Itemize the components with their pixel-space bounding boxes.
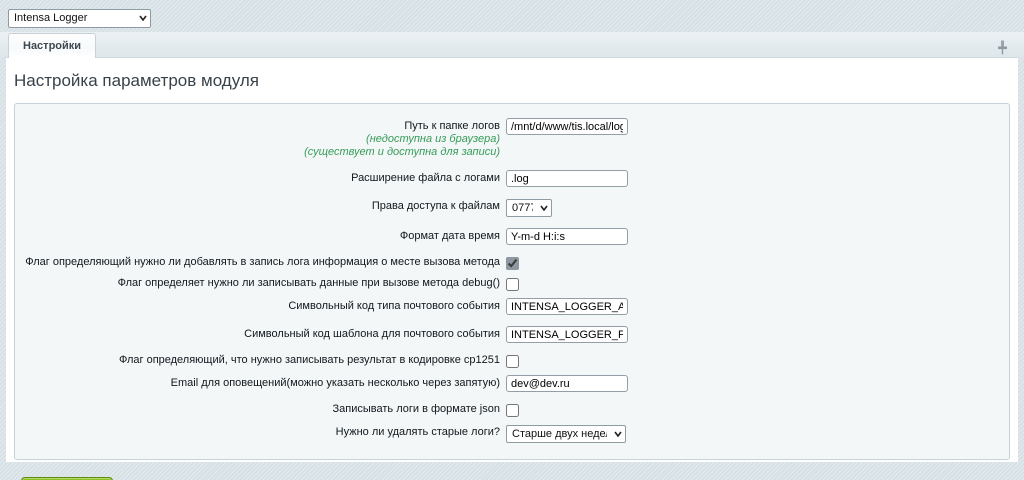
form-row: Символьный код шаблона для почтового соб… (15, 326, 999, 343)
email-input[interactable] (506, 375, 628, 392)
cp1251-flag-checkbox[interactable] (506, 355, 519, 368)
field-label: Путь к папке логов (недоступна из браузе… (15, 118, 506, 159)
call-place-flag-checkbox[interactable] (506, 257, 519, 270)
field-label: Формат дата время (15, 228, 506, 243)
main-content: Настройка параметров модуля Путь к папке… (6, 57, 1018, 462)
field-note: (недоступна из браузера) (15, 133, 500, 146)
field-label: Записывать логи в формате json (15, 403, 506, 416)
delete-old-logs-select-wrap: Старше двух недель (506, 424, 626, 443)
log-extension-input[interactable] (506, 170, 628, 187)
module-select[interactable]: Intensa Logger (8, 9, 151, 28)
field-label: Email для оповещений(можно указать неско… (15, 375, 506, 390)
field-label: Флаг определяющий нужно ли добавлять в з… (15, 256, 506, 269)
json-format-checkbox[interactable] (506, 404, 519, 417)
field-note: (существует и доступна для записи) (15, 146, 500, 159)
form-row: Флаг определяющий нужно ли добавлять в з… (15, 256, 999, 270)
settings-form: Путь к папке логов (недоступна из браузе… (14, 103, 1010, 460)
form-footer: Сохранить (6, 468, 1018, 480)
file-permissions-select[interactable]: 0777 (506, 199, 552, 217)
pin-icon[interactable] (997, 40, 1008, 55)
field-label: Флаг определяющий, что нужно записывать … (15, 354, 506, 367)
field-label: Нужно ли удалять старые логи? (15, 424, 506, 439)
form-row: Путь к папке логов (недоступна из браузе… (15, 118, 999, 159)
field-label: Права доступа к файлам (15, 198, 506, 213)
form-row: Символьный код типа почтового события (15, 298, 999, 315)
field-label: Флаг определяет нужно ли записывать данн… (15, 277, 506, 290)
form-row: Формат дата время (15, 228, 999, 245)
tab-bar: Настройки (0, 32, 1024, 57)
page-title: Настройка параметров модуля (6, 58, 1018, 103)
field-label: Символьный код типа почтового события (15, 298, 506, 313)
delete-old-logs-select[interactable]: Старше двух недель (506, 425, 626, 443)
debug-flag-checkbox[interactable] (506, 278, 519, 291)
form-row: Нужно ли удалять старые логи? Старше дву… (15, 424, 999, 443)
log-path-input[interactable] (506, 118, 628, 135)
form-row: Расширение файла с логами (15, 170, 999, 187)
field-label: Расширение файла с логами (15, 170, 506, 185)
form-row: Email для оповещений(можно указать неско… (15, 375, 999, 392)
form-row: Флаг определяет нужно ли записывать данн… (15, 277, 999, 291)
top-bar: Intensa Logger (0, 0, 1024, 32)
module-select-wrap: Intensa Logger (8, 8, 151, 28)
file-permissions-select-wrap: 0777 (506, 198, 552, 217)
label-text: Путь к папке логов (404, 120, 500, 132)
mail-template-input[interactable] (506, 326, 628, 343)
form-row: Записывать логи в формате json (15, 403, 999, 417)
form-row: Флаг определяющий, что нужно записывать … (15, 354, 999, 368)
field-label: Символьный код шаблона для почтового соб… (15, 326, 506, 341)
mail-event-type-input[interactable] (506, 298, 628, 315)
datetime-format-input[interactable] (506, 228, 628, 245)
tab-settings[interactable]: Настройки (8, 33, 96, 58)
form-row: Права доступа к файлам 0777 (15, 198, 999, 217)
